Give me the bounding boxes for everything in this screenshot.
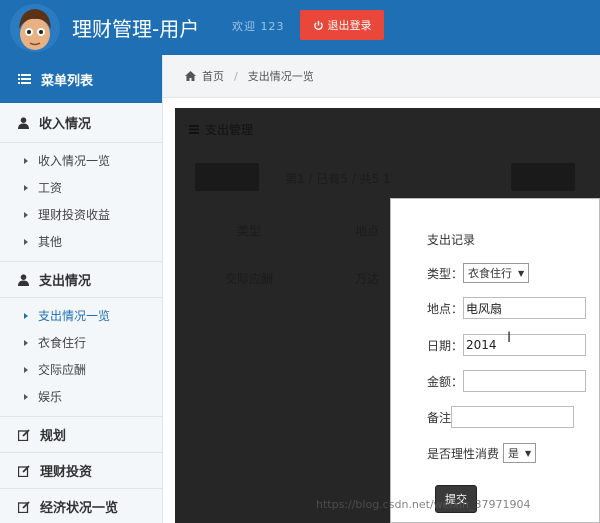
caret-right-icon (24, 393, 28, 400)
sidebar-section-income[interactable]: 收入情况 (0, 103, 162, 143)
caret-right-icon (24, 312, 28, 319)
panel-title: 支出管理 (189, 121, 253, 138)
list-icon (18, 74, 31, 84)
amount-input[interactable] (463, 370, 587, 392)
search-button[interactable] (511, 163, 575, 191)
sidebar-section-investment[interactable]: 理财投资 (0, 453, 162, 489)
sidebar-item-social[interactable]: 交际应酬 (0, 356, 162, 383)
sidebar-section-expense[interactable]: 支出情况 (0, 262, 162, 298)
amount-label: 金额： (427, 374, 464, 389)
logout-button[interactable]: 退出登录 (300, 10, 384, 40)
breadcrumb-separator: / (234, 69, 238, 83)
rational-row: 是否理性消费 是 ▼ (427, 443, 537, 463)
power-icon (313, 20, 323, 30)
income-submenu: 收入情况一览 工资 理财投资收益 其他 (0, 143, 162, 262)
type-row: 类型： 衣食住行 ▼ (427, 263, 530, 283)
user-icon (18, 273, 29, 286)
table-cell-type: 交际应酬 (225, 272, 274, 286)
place-input[interactable]: 电风扇 (463, 297, 587, 319)
caret-right-icon (24, 366, 28, 373)
caret-down-icon: ▼ (518, 268, 525, 278)
logout-label: 退出登录 (327, 19, 372, 32)
caret-right-icon (24, 157, 28, 164)
note-label: 备注 (427, 410, 452, 425)
date-label: 日期： (427, 338, 464, 353)
edit-icon (18, 428, 30, 441)
sidebar-section-label: 收入情况 (39, 117, 92, 132)
sidebar-item-entertainment[interactable]: 娱乐 (0, 383, 162, 410)
caret-down-icon: ▼ (525, 448, 532, 458)
edit-icon (18, 464, 30, 477)
column-header-place: 地点 (355, 224, 380, 238)
type-label: 类型： (427, 266, 464, 281)
sidebar-item-income-overview[interactable]: 收入情况一览 (0, 147, 162, 174)
sidebar-section-planning[interactable]: 规划 (0, 417, 162, 453)
sidebar-section-economy-overview[interactable]: 经济状况一览 (0, 489, 162, 523)
sidebar-section-label: 规划 (40, 429, 67, 444)
app-title: 理财管理-用户 (72, 17, 200, 41)
breadcrumb-current: 支出情况一览 (247, 70, 314, 83)
pagination-info: 第1 / 已有5 / 共5 1 (285, 172, 391, 186)
breadcrumb: 首页 / 支出情况一览 (163, 55, 600, 98)
list-icon (189, 125, 199, 134)
modal-title: 支出记录 (427, 233, 476, 247)
sidebar: 菜单列表 收入情况 收入情况一览 工资 理财投资收益 其他 支出情况 支出情况一… (0, 55, 163, 523)
type-select[interactable]: 衣食住行 ▼ (463, 263, 530, 283)
text-cursor-icon: I (507, 330, 512, 346)
rational-select[interactable]: 是 ▼ (503, 443, 537, 463)
menu-header-label: 菜单列表 (41, 73, 94, 89)
home-icon (185, 71, 196, 81)
avatar (10, 4, 60, 52)
welcome-text: 欢迎 123 (232, 20, 285, 33)
table-cell-place: 万达 (355, 272, 380, 286)
menu-header: 菜单列表 (0, 55, 162, 103)
sidebar-item-other[interactable]: 其他 (0, 228, 162, 255)
expense-submenu: 支出情况一览 衣食住行 交际应酬 娱乐 (0, 298, 162, 417)
place-row: 地点： 电风扇 (427, 297, 587, 319)
column-header-type: 类型 (237, 224, 262, 238)
note-row: 备注 (427, 406, 575, 428)
edit-icon (18, 500, 30, 513)
sidebar-item-investment-income[interactable]: 理财投资收益 (0, 201, 162, 228)
breadcrumb-home[interactable]: 首页 (202, 68, 224, 84)
caret-right-icon (24, 238, 28, 245)
watermark: https://blog.csdn.net/weixin_37971904 (316, 498, 531, 511)
caret-right-icon (24, 339, 28, 346)
app-window: 理财管理-用户 欢迎 123 退出登录 菜单列表 收入情况 收入情况一览 工资 … (0, 0, 600, 523)
caret-right-icon (24, 211, 28, 218)
note-input[interactable] (451, 406, 575, 428)
sidebar-item-salary[interactable]: 工资 (0, 174, 162, 201)
date-input[interactable]: 2014 (463, 334, 587, 356)
amount-row: 金额： (427, 370, 587, 392)
sidebar-item-expense-overview[interactable]: 支出情况一览 (0, 302, 162, 329)
expense-record-modal: 支出记录 类型： 衣食住行 ▼ 地点： 电风扇 日期： 2014 金额： 备注 … (390, 198, 600, 523)
place-label: 地点： (427, 301, 464, 316)
sidebar-section-label: 理财投资 (40, 465, 93, 480)
top-header: 理财管理-用户 欢迎 123 退出登录 (0, 0, 600, 55)
sidebar-section-label: 支出情况 (39, 274, 92, 289)
sidebar-item-daily-living[interactable]: 衣食住行 (0, 329, 162, 356)
caret-right-icon (24, 184, 28, 191)
user-icon (18, 116, 29, 129)
add-button[interactable] (195, 163, 259, 191)
rational-label: 是否理性消费 (427, 446, 500, 461)
sidebar-section-label: 经济状况一览 (40, 501, 119, 516)
